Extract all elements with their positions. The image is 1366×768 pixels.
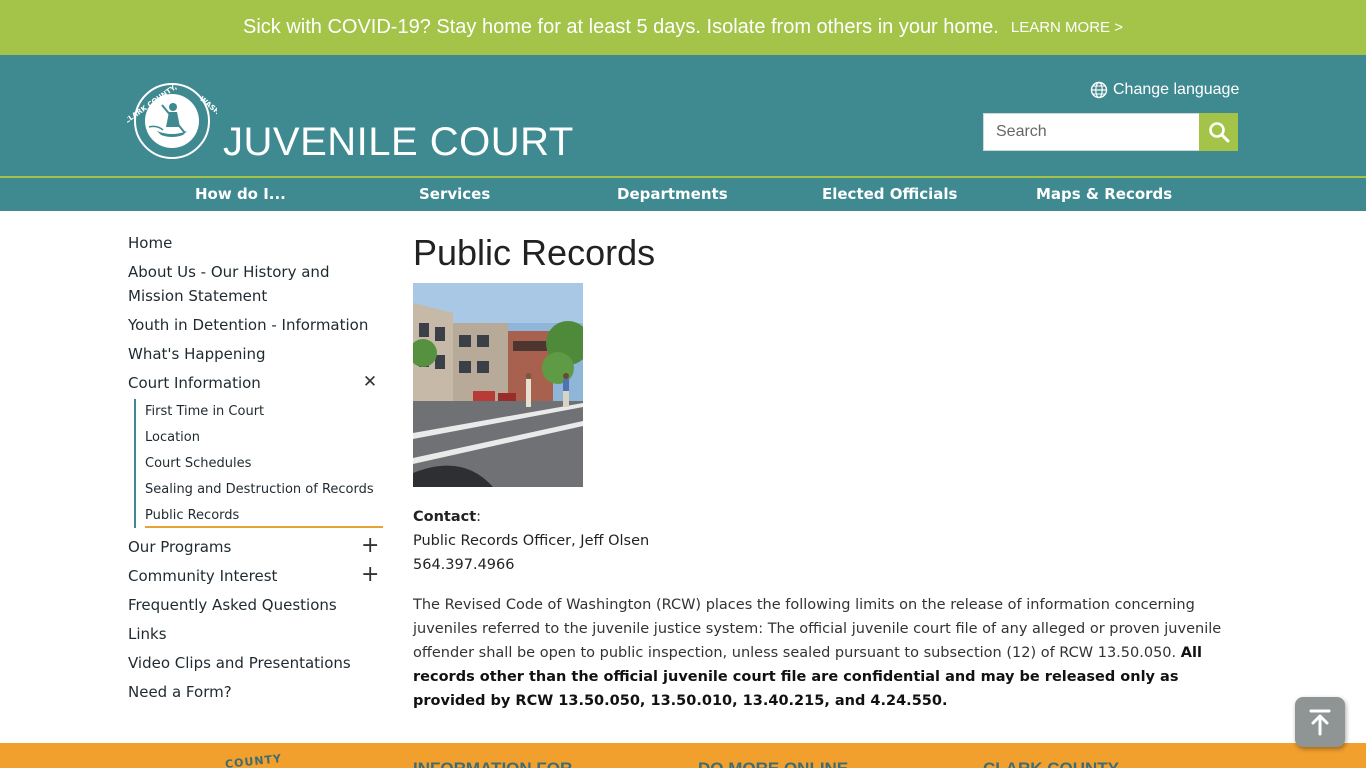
expand-plus-icon[interactable]: + <box>361 535 379 557</box>
footer-heading-information-for: INFORMATION FOR <box>413 759 572 768</box>
sidebar-item-faq[interactable]: Frequently Asked Questions <box>128 590 383 619</box>
change-language-label: Change language <box>1113 81 1240 98</box>
contact-phone[interactable]: 564.397.4966 <box>413 553 1238 577</box>
contact-block: Contact: Public Records Officer, Jeff Ol… <box>413 505 1238 577</box>
sidebar-item-links[interactable]: Links <box>128 619 383 648</box>
sidebar-item-our-programs[interactable]: Our Programs + <box>128 532 383 561</box>
rcw-paragraph: The Revised Code of Washington (RCW) pla… <box>413 593 1238 713</box>
change-language-button[interactable]: Change language <box>1090 81 1239 99</box>
footer-heading-do-more-online: DO MORE ONLINE <box>698 759 848 768</box>
sidebar-item-court-information[interactable]: Court Information ✕ <box>128 368 383 397</box>
site-footer: COUNTY INFORMATION FOR DO MORE ONLINE CL… <box>0 743 1366 768</box>
contact-colon: : <box>476 509 482 525</box>
page-title: Public Records <box>413 232 656 273</box>
nav-departments[interactable]: Departments <box>617 178 728 211</box>
sidebar-subitem-location[interactable]: Location <box>145 425 383 451</box>
search-icon <box>1208 122 1229 143</box>
search-form <box>983 113 1238 151</box>
main-content: Public Records Contact: Public Records O… <box>413 228 1238 713</box>
court-information-submenu: First Time in Court Location Court Sched… <box>134 399 383 528</box>
sidebar-item-whats-happening[interactable]: What's Happening <box>128 339 383 368</box>
collapse-close-icon[interactable]: ✕ <box>361 373 379 391</box>
sidebar-subitem-public-records[interactable]: Public Records <box>145 503 383 528</box>
sidebar-subitem-court-schedules[interactable]: Court Schedules <box>145 451 383 477</box>
sidebar-item-video-clips[interactable]: Video Clips and Presentations <box>128 648 383 677</box>
sidebar-item-community-interest[interactable]: Community Interest + <box>128 561 383 590</box>
learn-more-link[interactable]: LEARN MORE > <box>1011 19 1123 36</box>
covid-alert-bar: Sick with COVID-19? Stay home for at lea… <box>0 0 1366 55</box>
search-input[interactable] <box>983 113 1199 151</box>
sidebar-subitem-sealing-records[interactable]: Sealing and Destruction of Records <box>145 477 383 503</box>
contact-name: Public Records Officer, Jeff Olsen <box>413 533 650 549</box>
courthouse-photo <box>413 283 583 487</box>
footer-county-logo-text: COUNTY <box>224 752 283 768</box>
sidebar-item-need-a-form[interactable]: Need a Form? <box>128 677 383 706</box>
footer-heading-clark-county: CLARK COUNTY <box>983 759 1119 768</box>
sidebar-item-label: Court Information <box>128 374 261 392</box>
sidebar-navigation: Home About Us - Our History and Mission … <box>128 228 383 706</box>
rcw-paragraph-text: The Revised Code of Washington (RCW) pla… <box>413 597 1222 661</box>
site-title[interactable]: JUVENILE COURT <box>223 118 574 166</box>
scroll-to-top-button[interactable] <box>1295 697 1345 747</box>
nav-services[interactable]: Services <box>419 178 490 211</box>
sidebar-item-about-us[interactable]: About Us - Our History and Mission State… <box>128 257 338 310</box>
nav-elected-officials[interactable]: Elected Officials <box>822 178 957 211</box>
site-header: CLARK COUNTY, WASHINGTON JUVENILE COURT … <box>0 55 1366 176</box>
sidebar-subitem-first-time[interactable]: First Time in Court <box>145 399 383 425</box>
sidebar-item-label: Community Interest <box>128 567 278 585</box>
main-navigation: How do I... Services Departments Elected… <box>0 176 1366 211</box>
globe-icon <box>1090 81 1108 99</box>
sidebar-item-home[interactable]: Home <box>128 228 383 257</box>
arrow-up-to-top-icon <box>1309 709 1331 736</box>
clark-county-seal-logo[interactable]: CLARK COUNTY, WASHINGTON <box>127 77 217 161</box>
nav-maps-records[interactable]: Maps & Records <box>1036 178 1172 211</box>
contact-label: Contact <box>413 509 477 525</box>
search-button[interactable] <box>1199 113 1238 151</box>
alert-message: Sick with COVID-19? Stay home for at lea… <box>242 16 999 38</box>
sidebar-item-label: Our Programs <box>128 538 232 556</box>
nav-how-do-i[interactable]: How do I... <box>195 178 286 211</box>
sidebar-item-youth-in-detention[interactable]: Youth in Detention - Information <box>128 310 383 339</box>
expand-plus-icon[interactable]: + <box>361 564 379 586</box>
